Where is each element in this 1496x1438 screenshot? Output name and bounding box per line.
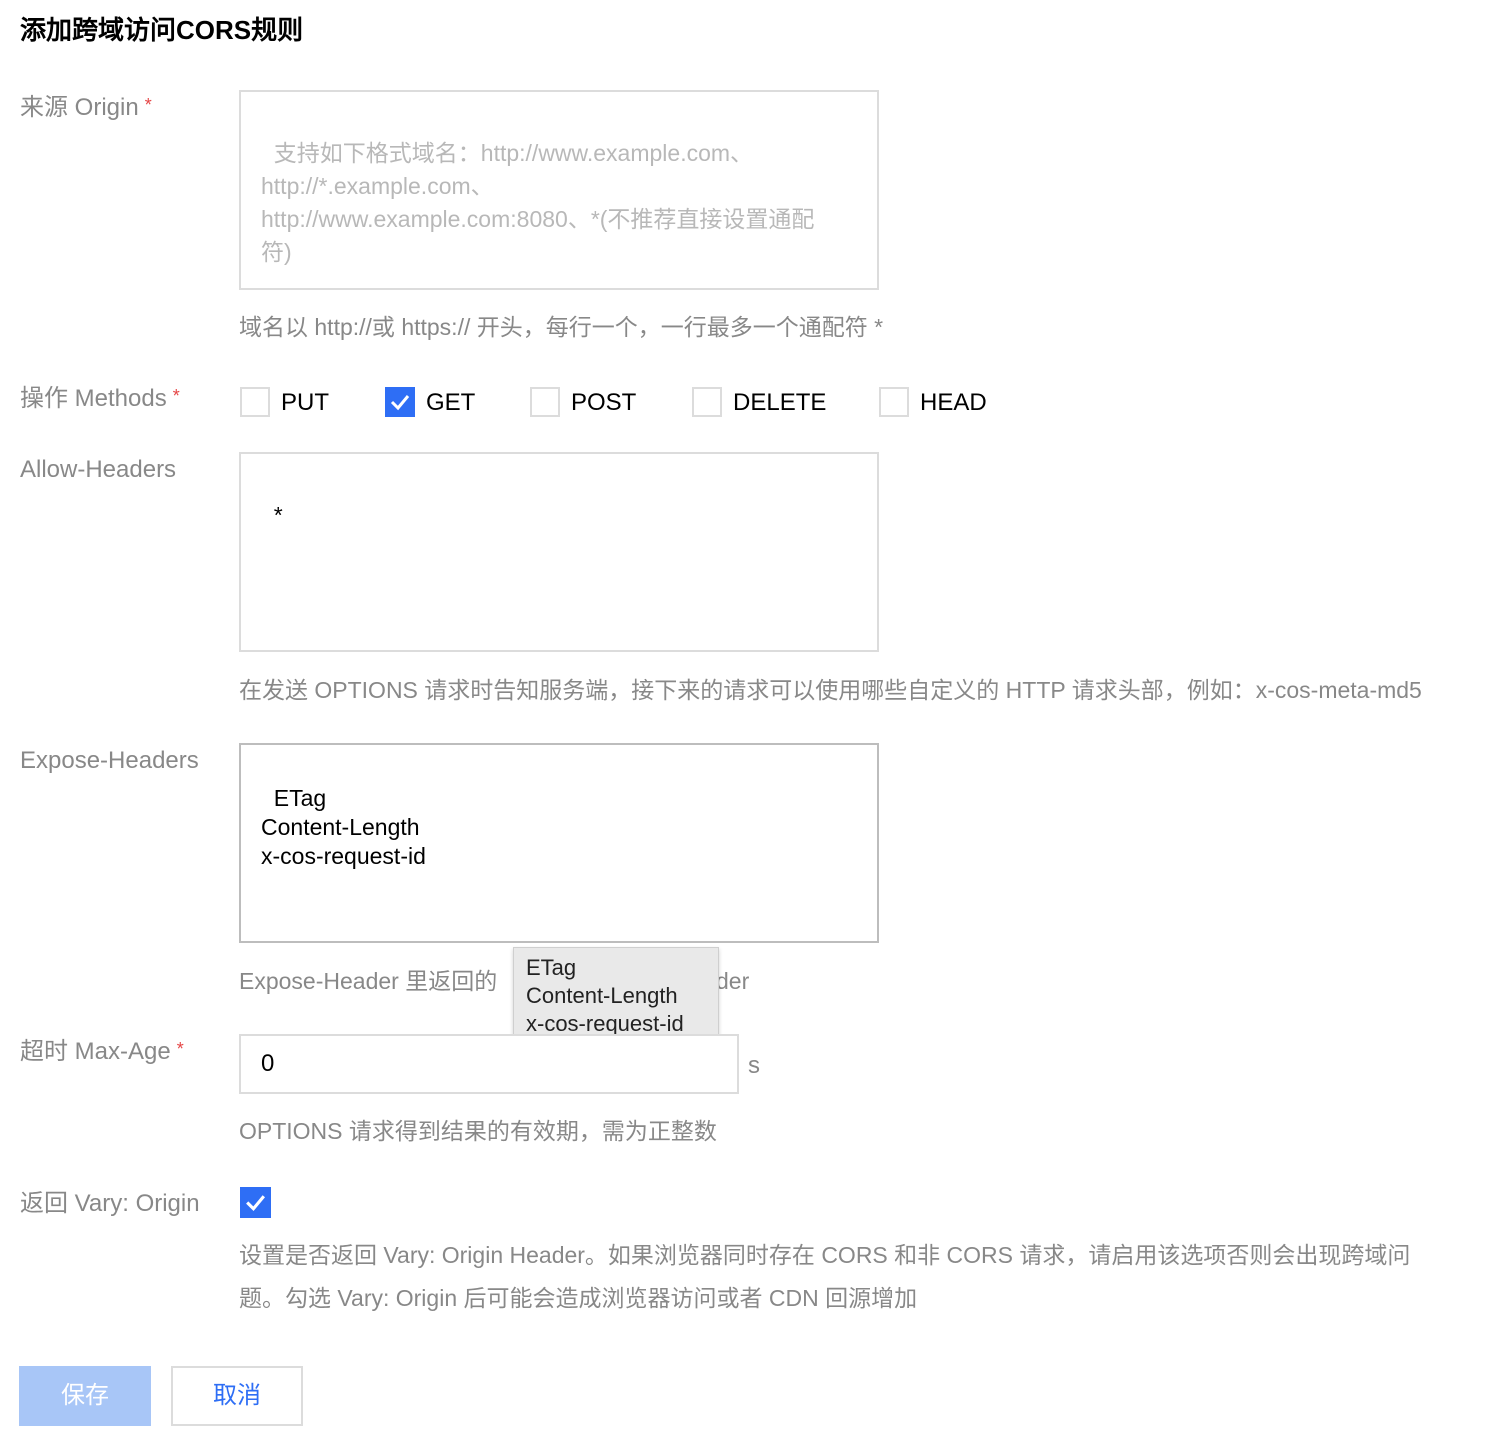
max-age-label: 超时 Max-Age *	[20, 1034, 184, 1071]
page-title: 添加跨域访问CORS规则	[20, 15, 304, 45]
required-mark: *	[172, 386, 180, 406]
save-button[interactable]: 保存	[19, 1366, 151, 1426]
allow-headers-value: *	[273, 502, 283, 528]
vary-label: 返回 Vary: Origin	[20, 1190, 200, 1217]
expose-headers-textarea[interactable]: ETag Content-Length x-cos-request-id	[239, 743, 879, 943]
expose-headers-help-right: der	[716, 968, 750, 994]
max-age-help: OPTIONS 请求得到结果的有效期，需为正整数	[239, 1118, 717, 1144]
method-put-checkbox[interactable]	[240, 387, 270, 417]
method-delete-checkbox[interactable]	[692, 387, 722, 417]
method-get-label[interactable]: GET	[426, 385, 475, 421]
max-age-label-text: 超时 Max-Age	[20, 1038, 171, 1065]
method-put-label[interactable]: PUT	[281, 385, 329, 421]
origin-label: 来源 Origin *	[20, 90, 152, 127]
methods-label: 操作 Methods *	[20, 381, 180, 418]
required-mark: *	[144, 95, 152, 115]
method-delete-label[interactable]: DELETE	[733, 385, 826, 421]
cancel-button[interactable]: 取消	[171, 1366, 303, 1426]
method-post-checkbox[interactable]	[530, 387, 560, 417]
max-age-unit: s	[748, 1052, 760, 1079]
expose-headers-tooltip: ETag Content-Length x-cos-request-id	[513, 947, 719, 1042]
required-mark: *	[176, 1039, 184, 1059]
origin-help: 域名以 http://或 https:// 开头，每行一个，一行最多一个通配符 …	[239, 314, 884, 340]
vary-help-line1: 设置是否返回 Vary: Origin Header。如果浏览器同时存在 COR…	[239, 1242, 1411, 1268]
method-post-label[interactable]: POST	[571, 385, 636, 421]
check-icon	[390, 395, 410, 411]
origin-textarea[interactable]: 支持如下格式域名：http://www.example.com、 http://…	[239, 90, 879, 290]
allow-headers-textarea[interactable]: *	[239, 452, 879, 652]
allow-headers-label: Allow-Headers	[20, 456, 177, 483]
methods-label-text: 操作 Methods	[20, 385, 167, 412]
expose-headers-help-left: Expose-Header 里返回的	[239, 968, 498, 994]
origin-label-text: 来源 Origin	[20, 94, 139, 121]
method-head-checkbox[interactable]	[879, 387, 909, 417]
vary-checkbox[interactable]	[240, 1187, 271, 1218]
method-get-checkbox[interactable]	[385, 387, 415, 417]
allow-headers-help: 在发送 OPTIONS 请求时告知服务端，接下来的请求可以使用哪些自定义的 HT…	[239, 677, 1422, 703]
check-icon	[246, 1195, 266, 1212]
max-age-input[interactable]: 0	[239, 1034, 739, 1094]
expose-headers-label: Expose-Headers	[20, 747, 199, 774]
method-head-label[interactable]: HEAD	[920, 385, 987, 421]
expose-headers-value: ETag Content-Length x-cos-request-id	[261, 785, 426, 869]
origin-placeholder: 支持如下格式域名：http://www.example.com、 http://…	[261, 140, 815, 265]
vary-help-line2: 题。勾选 Vary: Origin 后可能会造成浏览器访问或者 CDN 回源增加	[239, 1285, 918, 1311]
